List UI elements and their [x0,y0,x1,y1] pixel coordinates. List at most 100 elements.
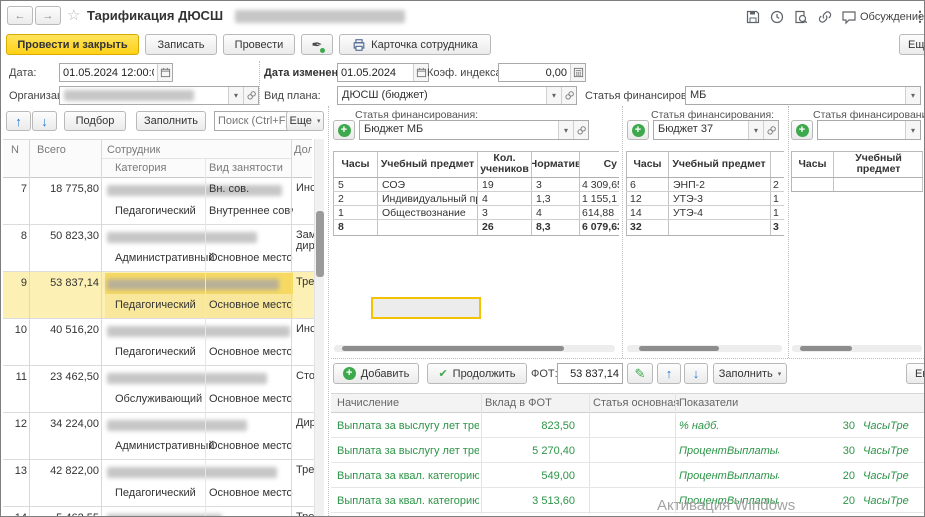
row-up-button[interactable]: ↑ [657,363,681,384]
chevron-down-icon[interactable]: ▾ [228,87,243,104]
employee-row-14[interactable]: 14 5 462,55 Трен. [3,507,314,517]
change-date-field[interactable] [337,63,429,82]
sign-pen-button[interactable]: ✒ [301,34,333,55]
discussion-icon[interactable] [841,9,857,25]
accrual-row[interactable]: Выплата за выслугу лет тренера-препо... … [331,439,925,463]
employee-row-11[interactable]: 11 23 462,50 Сто Обслуживающий Основное … [3,366,314,413]
t1-col-hours[interactable]: Часы [334,151,377,177]
pick-button[interactable]: Подбор [64,111,126,131]
open-icon[interactable] [243,87,258,104]
add-accrual-button[interactable]: +Добавить [333,363,419,384]
t1-total[interactable]: 26 [482,221,494,233]
left-table-scrollbar[interactable] [314,139,324,517]
employee-row-8[interactable]: 8 50 823,30 Зам дир Административный Осн… [3,225,314,272]
t1-cell[interactable]: 19 [482,179,494,191]
scrollbar-thumb[interactable] [316,211,324,277]
col-indicators[interactable]: Показатели [679,397,738,409]
col-category[interactable]: Категория [115,162,166,174]
t1-cell[interactable]: 1 [338,207,344,219]
panel1-hscrollbar[interactable] [334,345,615,352]
open-icon[interactable] [561,87,576,104]
edit-fot-button[interactable]: ✎ [627,363,653,384]
fill-button-bottom[interactable]: Заполнить▾ [713,363,787,384]
t2-col-subject[interactable]: Учебный предмет [669,151,769,177]
t1-cell[interactable]: 4 [536,207,542,219]
t1-col-subject[interactable]: Учебный предмет [378,151,477,177]
t1-total[interactable]: 8,3 [536,221,551,233]
more-button-bottom[interactable]: Еще [906,363,925,384]
move-up-button[interactable]: ↑ [6,111,31,131]
open-icon[interactable] [763,121,778,139]
t1-cell[interactable]: 4 309,65 [582,179,619,191]
fot-field[interactable] [557,363,623,384]
t1-cell[interactable]: 3 [482,207,488,219]
col-fot-share[interactable]: Вклад в ФОТ [485,397,552,409]
employee-row-13[interactable]: 13 42 822,00 Трен Педагогический Основно… [3,460,314,507]
t2-cell-clipped[interactable]: 1 [773,207,784,219]
financing-combo-2[interactable]: Бюджет 37 ▾ [653,120,779,140]
t2-cell[interactable]: ЭНП-2 [673,179,768,191]
t3-col-hours[interactable]: Часы [792,151,833,177]
add-financing-button-3[interactable]: + [791,120,813,140]
chevron-down-icon[interactable]: ▾ [905,87,920,104]
accrual-row[interactable]: Выплата за квал. категорию тренера-пр...… [331,464,925,488]
t1-col-sum[interactable]: Су [580,151,619,177]
move-down-button[interactable]: ↓ [32,111,57,131]
favorite-star-icon[interactable]: ☆ [67,6,80,24]
scrollbar-thumb[interactable] [639,346,719,351]
chevron-down-icon[interactable]: ▾ [558,121,573,139]
col-employee[interactable]: Сотрудник [107,144,160,156]
add-financing-button-2[interactable]: + [627,120,649,140]
col-article[interactable]: Статья основная [593,397,679,409]
t1-cell[interactable]: 4 [482,193,488,205]
employee-row-9-selected[interactable]: 9 53 837,14 Трен Педагогический Основное… [3,272,314,319]
row-down-button[interactable]: ↓ [684,363,708,384]
t1-cell[interactable]: 614,88 [582,207,619,219]
history-icon[interactable] [769,9,785,25]
t2-cell[interactable]: 6 [630,179,636,191]
employee-row-7[interactable]: 7 18 775,80 Вн. сов. Инс Педагогический … [3,178,314,225]
more-button-left[interactable]: Еще▾ [286,111,324,131]
accrual-row[interactable]: Выплата за квал. категорию тренера-пр...… [331,489,925,513]
post-and-close-button[interactable]: Провести и закрыть [6,34,139,55]
plan-kind-combo[interactable]: ДЮСШ (бюджет) ▾ [337,86,577,105]
organization-combo[interactable]: ▾ [59,86,259,105]
col-employment[interactable]: Вид занятости [209,162,283,174]
chevron-down-icon[interactable]: ▾ [748,121,763,139]
preview-icon[interactable] [793,9,809,25]
employee-card-button[interactable]: Карточка сотрудника [339,34,491,55]
panel3-hscrollbar[interactable] [792,345,922,352]
chevron-down-icon[interactable]: ▾ [546,87,561,104]
t3-col-subject[interactable]: Учебный предмет [834,151,923,177]
employee-row-12[interactable]: 12 34 224,00 Дир Административный Основн… [3,413,314,460]
t1-cell[interactable]: 1 155,1 [582,193,619,205]
scrollbar-thumb[interactable] [342,346,564,351]
t1-cell[interactable]: 1,3 [536,193,551,205]
col-total[interactable]: Всего [37,144,66,156]
col-position[interactable]: Дол [294,144,312,156]
open-icon[interactable] [573,121,588,139]
t1-total[interactable]: 8 [338,221,344,233]
t1-cell[interactable]: 5 [338,179,344,191]
t2-cell[interactable]: 14 [630,207,642,219]
post-button[interactable]: Провести [223,34,295,55]
financing-article-combo[interactable]: МБ ▾ [685,86,921,105]
calendar-icon[interactable] [157,64,172,81]
employee-row-10[interactable]: 10 40 516,20 Инс Педагогический Основное… [3,319,314,366]
t2-cell-clipped[interactable]: 1 [773,193,784,205]
forward-button[interactable]: → [35,6,61,25]
focused-empty-cell[interactable] [371,297,481,319]
accrual-row[interactable]: Выплата за выслугу лет тренера-препо... … [331,414,925,438]
col-accrual[interactable]: Начисление [337,397,399,409]
panel2-hscrollbar[interactable] [627,345,782,352]
t1-cell[interactable]: 3 [536,179,542,191]
t1-total[interactable]: 6 079,63 [582,221,619,233]
more-vertical-icon[interactable]: ⋮ [913,8,925,25]
t2-cell[interactable]: УТЭ-3 [673,193,768,205]
index-coef-field[interactable] [498,63,586,82]
chevron-down-icon[interactable]: ▾ [905,121,920,139]
write-button[interactable]: Записать [145,34,217,55]
add-financing-button-1[interactable]: + [333,120,355,140]
t2-cell-clipped[interactable]: 2 [773,179,784,191]
t2-col-hours[interactable]: Часы [627,151,668,177]
